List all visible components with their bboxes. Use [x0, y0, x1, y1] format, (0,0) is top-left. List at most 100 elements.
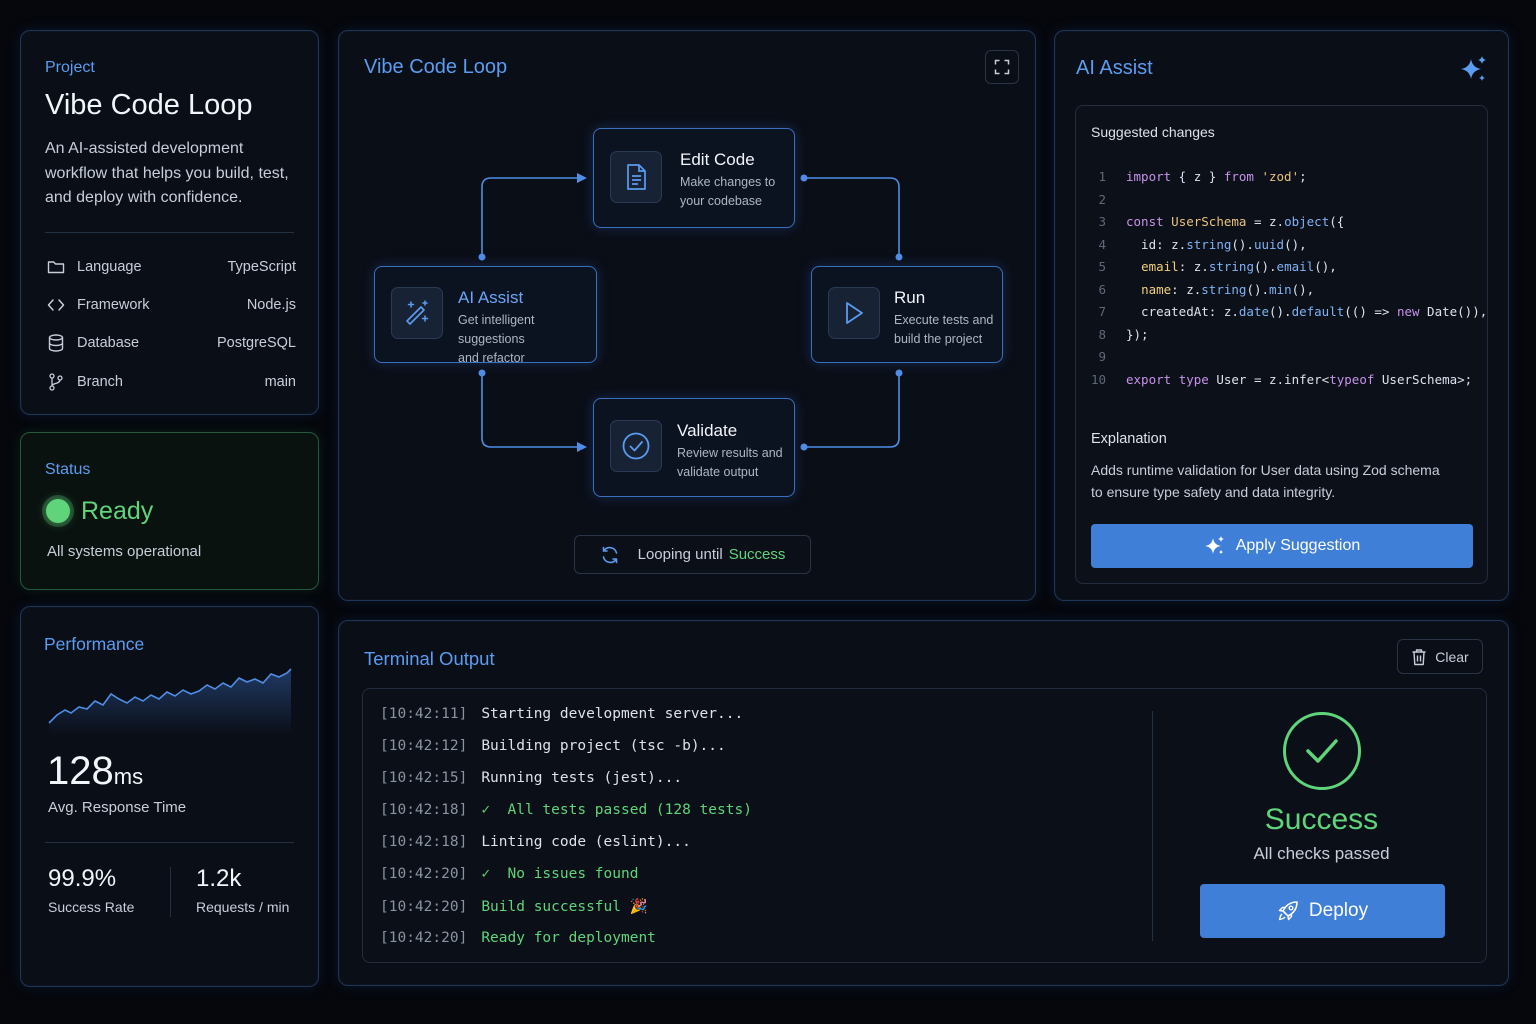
response-time-label: Avg. Response Time	[48, 799, 187, 816]
node-desc-line: and refactor	[458, 351, 525, 365]
terminal-timestamp: [10:42:18]	[380, 802, 468, 818]
rocket-icon	[1278, 901, 1298, 921]
status-label: Status	[45, 461, 91, 478]
code-line: email: z.string().email(),	[1141, 259, 1337, 274]
clear-label: Clear	[1435, 648, 1469, 665]
deploy-label: Deploy	[1308, 900, 1369, 921]
response-time-value: 128ms	[47, 749, 143, 794]
response-unit: ms	[113, 764, 144, 789]
meta-key: Framework	[77, 297, 150, 313]
meta-key: Database	[77, 335, 140, 351]
line-number: 7	[1098, 304, 1106, 319]
terminal-line: [10:42:18] Linting code (eslint)...	[380, 834, 691, 850]
refresh-icon	[602, 546, 617, 563]
terminal-timestamp: [10:42:18]	[380, 834, 468, 850]
meta-value: TypeScript	[227, 259, 297, 275]
node-edit-code[interactable]: Edit Code Make changes to your codebase	[593, 128, 795, 228]
project-label: Project	[45, 59, 95, 76]
code-line: import { z } from 'zod';	[1126, 169, 1307, 184]
suggested-changes-label: Suggested changes	[1091, 124, 1215, 140]
terminal-line: [10:42:20] ✓ No issues found	[380, 866, 638, 882]
terminal-timestamp: [10:42:20]	[380, 930, 468, 946]
stat-label: Requests / min	[196, 899, 290, 915]
check-circle-icon	[610, 420, 662, 472]
apply-suggestion-button[interactable]: Apply Suggestion	[1091, 524, 1473, 568]
sparkle-icon	[1461, 56, 1486, 81]
meta-value: main	[264, 374, 296, 390]
loop-status-pill: Looping until Success	[574, 535, 811, 574]
terminal-message: Build successful 🎉	[481, 899, 648, 915]
terminal-line: [10:42:12] Building project (tsc -b)...	[380, 738, 726, 754]
node-desc-line: Review results and	[677, 446, 783, 460]
status-panel: Status Ready All systems operational	[20, 432, 319, 590]
code-line: export type User = z.infer<typeof UserSc…	[1126, 371, 1473, 387]
result-title: Success	[1264, 803, 1379, 836]
meta-value: PostgreSQL	[217, 335, 296, 351]
code-line: const UserSchema = z.object({	[1126, 214, 1345, 229]
code-line: });	[1126, 326, 1149, 342]
node-desc: Get intelligent suggestions and refactor	[458, 311, 596, 368]
apply-label: Apply Suggestion	[1235, 537, 1361, 554]
line-number: 4	[1098, 236, 1106, 252]
node-desc-line: your codebase	[680, 194, 763, 208]
success-check-icon	[1283, 712, 1361, 790]
node-run[interactable]: Run Execute tests and build the project	[811, 266, 1003, 363]
terminal-timestamp: [10:42:20]	[380, 866, 468, 882]
terminal-line: [10:42:20] Ready for deployment	[380, 930, 656, 946]
terminal-line: [10:42:15] Running tests (jest)...	[380, 770, 682, 786]
terminal-timestamp: [10:42:12]	[380, 738, 468, 754]
line-number: 8	[1098, 326, 1106, 342]
status-subtitle: All systems operational	[47, 543, 202, 560]
terminal-line: [10:42:18] ✓ All tests passed (128 tests)	[380, 802, 752, 818]
meta-row-branch: Branch main	[45, 371, 296, 393]
ai-assist-panel: AI Assist Suggested changes 1 2 3 4 5 6 …	[1054, 30, 1509, 601]
stat-requests: 1.2k Requests / min	[196, 865, 289, 915]
meta-row-database: Database PostgreSQL	[45, 332, 296, 354]
node-desc: Make changes to your codebase	[680, 173, 775, 211]
terminal-title: Terminal Output	[364, 648, 495, 669]
node-desc: Execute tests and build the project	[894, 311, 993, 349]
deploy-button[interactable]: Deploy	[1200, 884, 1445, 938]
result-subtitle: All checks passed	[1253, 844, 1390, 863]
node-desc: Review results and validate output	[677, 444, 783, 482]
terminal-message: ✓ All tests passed (128 tests)	[481, 802, 752, 818]
line-number: 2	[1098, 191, 1106, 207]
terminal-message: ✓ No issues found	[481, 866, 639, 882]
project-title: Vibe Code Loop	[45, 89, 253, 121]
terminal-timestamp: [10:42:20]	[380, 899, 468, 915]
node-ai-assist[interactable]: AI Assist Get intelligent suggestions and…	[374, 266, 597, 365]
divider	[45, 232, 294, 233]
performance-label: Performance	[44, 634, 145, 654]
code-line: name: z.string().min(),	[1141, 281, 1315, 297]
performance-sparkline	[48, 668, 292, 735]
loop-panel: Vibe Code Loop Edit Code Make changes to…	[338, 30, 1036, 601]
divider	[170, 867, 171, 917]
terminal-output: [10:42:11] Starting development server...…	[362, 688, 1487, 963]
terminal-message: Running tests (jest)...	[481, 770, 683, 786]
terminal-panel: Terminal Output Clear [10:42:11] Starting…	[338, 620, 1509, 986]
clear-button[interactable]: Clear	[1397, 639, 1483, 674]
sparkle-icon	[1204, 536, 1224, 554]
folder-icon	[45, 257, 67, 277]
play-icon	[828, 287, 880, 339]
line-number: 1	[1098, 169, 1106, 184]
node-title: Validate	[677, 421, 738, 440]
terminal-message: Ready for deployment	[481, 930, 656, 946]
line-number: 3	[1098, 214, 1106, 229]
node-title: Edit Code	[680, 150, 755, 169]
loop-pill-state: Success	[728, 546, 786, 563]
node-desc-line: Execute tests and	[894, 313, 994, 327]
terminal-message: Starting development server...	[481, 706, 744, 722]
line-number: 10	[1090, 371, 1106, 387]
stat-label: Success Rate	[48, 899, 135, 915]
project-panel: Project Vibe Code Loop An AI-assisted de…	[20, 30, 319, 415]
code-line: createdAt: z.date().default(() => new Da…	[1126, 304, 1488, 319]
line-number: 9	[1098, 349, 1106, 364]
node-desc-line: validate output	[677, 465, 759, 479]
meta-row-framework: Framework Node.js	[45, 294, 296, 316]
explanation-text: Adds runtime validation for User data us…	[1091, 462, 1440, 500]
file-icon	[610, 151, 662, 203]
ai-assist-title: AI Assist	[1076, 57, 1153, 79]
response-number: 128	[47, 749, 114, 793]
node-validate[interactable]: Validate Review results and validate outp…	[593, 398, 795, 497]
